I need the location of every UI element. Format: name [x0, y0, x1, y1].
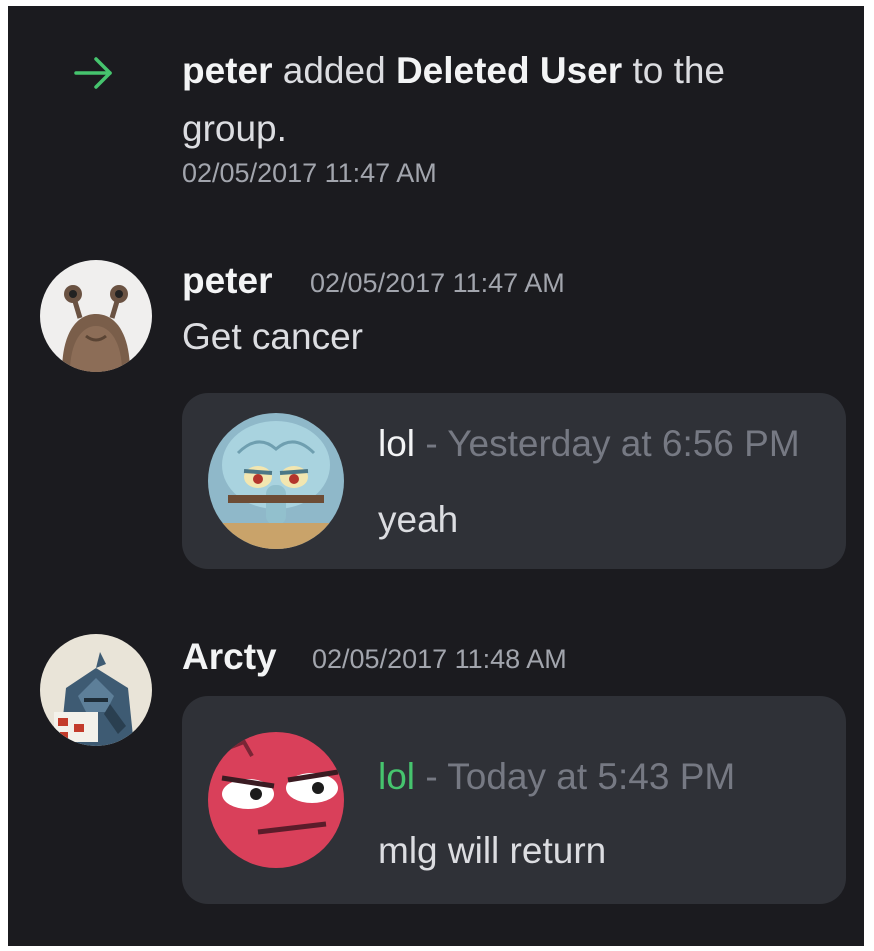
arrow-right-icon [74, 57, 112, 89]
message-author[interactable]: Arcty [182, 636, 277, 678]
message-timestamp: 02/05/2017 11:47 AM [310, 268, 565, 298]
quote-timestamp: Today at 5:43 PM [447, 756, 736, 797]
squidward-avatar [208, 413, 344, 549]
snail-avatar[interactable] [40, 260, 152, 372]
system-verb: added [282, 50, 386, 91]
red-face-avatar [208, 732, 344, 868]
chat-screen: peter added Deleted User to the group. 0… [8, 6, 864, 946]
quote-separator: - [425, 756, 438, 797]
quote-text: mlg will return [378, 830, 607, 871]
system-message: peter added Deleted User to the group. [182, 42, 822, 158]
message-text: Get cancer [182, 316, 363, 357]
knight-avatar[interactable] [40, 634, 152, 746]
message-author[interactable]: peter [182, 260, 272, 302]
quote-author[interactable]: lol [378, 423, 415, 464]
message-timestamp: 02/05/2017 11:48 AM [312, 644, 567, 674]
quote-separator: - [425, 423, 438, 464]
quote-header: lol - Today at 5:43 PM [378, 756, 735, 798]
system-target[interactable]: Deleted User [396, 50, 622, 91]
quoted-message[interactable]: lol - Yesterday at 6:56 PM yeah [182, 393, 846, 569]
quote-timestamp: Yesterday at 6:56 PM [447, 423, 800, 464]
quoted-message[interactable]: lol - Today at 5:43 PM mlg will return [182, 696, 846, 904]
quote-header: lol - Yesterday at 6:56 PM [378, 423, 800, 465]
system-timestamp: 02/05/2017 11:47 AM [182, 158, 437, 188]
quote-author[interactable]: lol [378, 756, 415, 797]
system-actor[interactable]: peter [182, 50, 272, 91]
quote-text: yeah [378, 499, 459, 540]
